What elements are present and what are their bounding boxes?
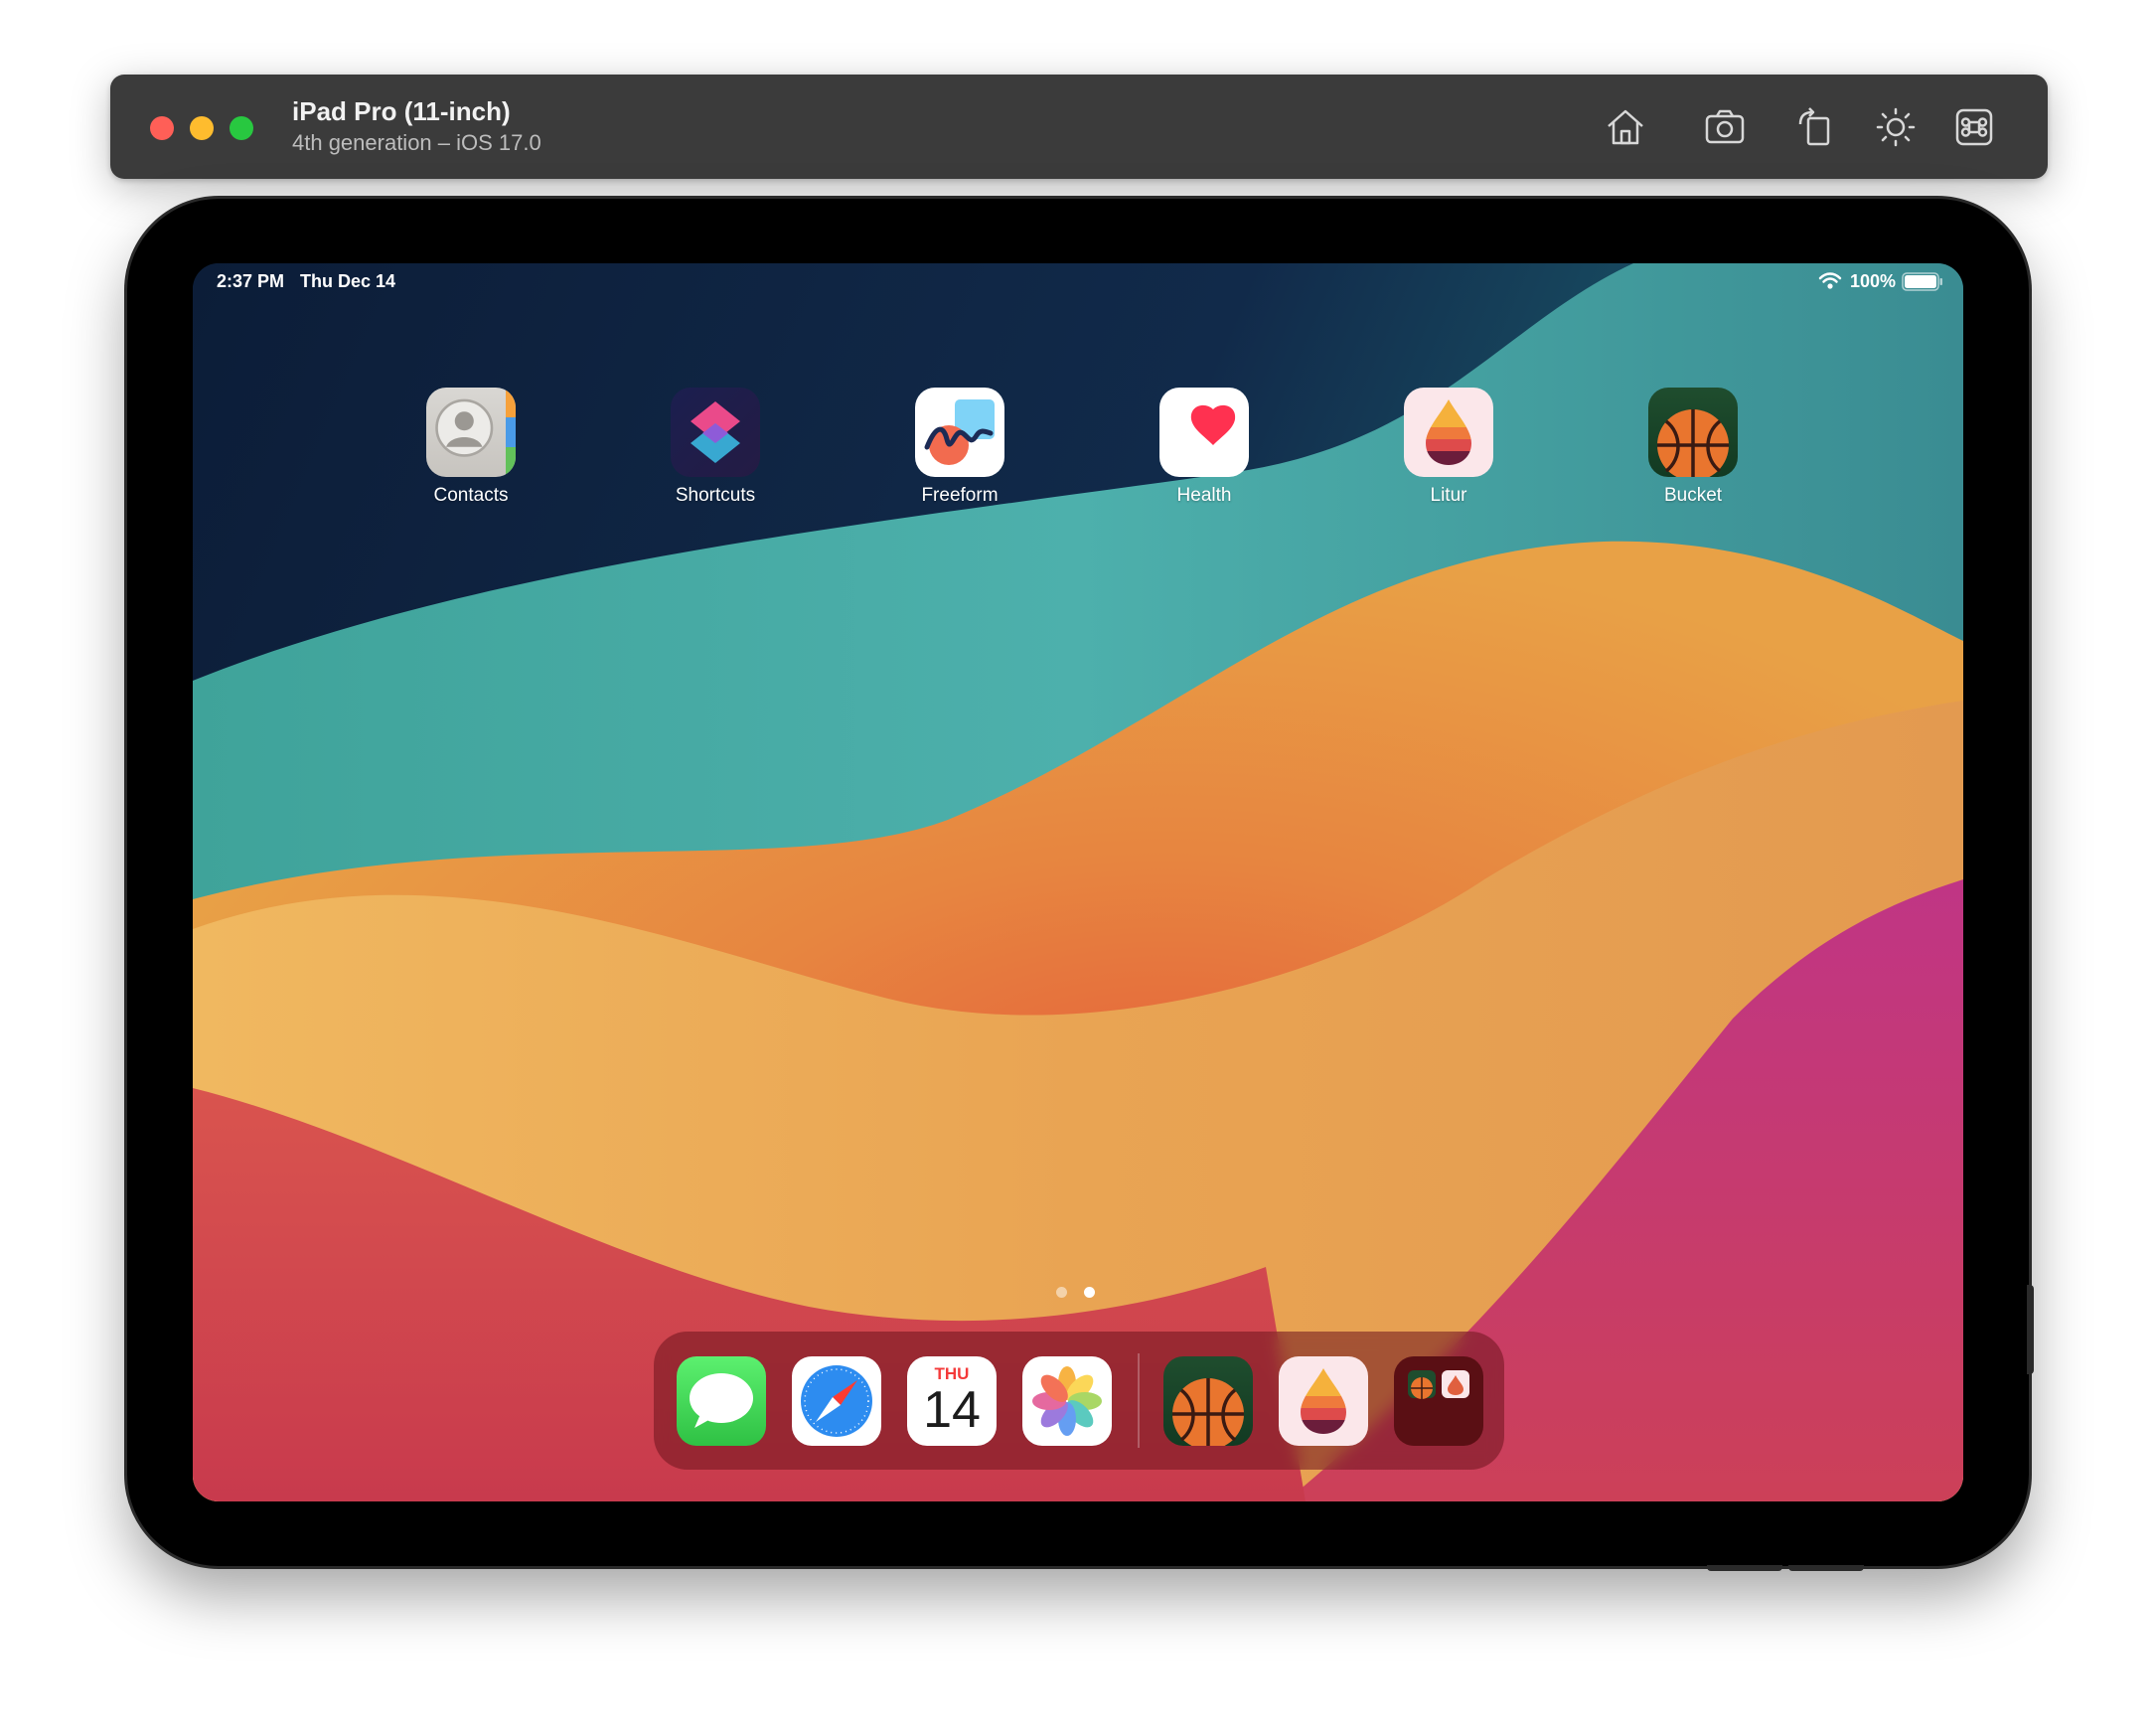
device-subtitle: 4th generation – iOS 17.0 bbox=[292, 130, 541, 155]
dock: THU 14 bbox=[654, 1332, 1504, 1470]
calendar-day: 14 bbox=[923, 1381, 981, 1439]
appearance-icon[interactable] bbox=[1873, 104, 1919, 150]
app-contacts[interactable]: Contacts bbox=[391, 388, 550, 507]
health-icon bbox=[1159, 388, 1249, 477]
app-label: Health bbox=[1176, 485, 1232, 506]
simulator-title-bar: iPad Pro (11-inch) 4th generation – iOS … bbox=[110, 75, 2048, 179]
app-label: Litur bbox=[1430, 485, 1467, 506]
bucket-icon[interactable] bbox=[1163, 1356, 1253, 1446]
app-health[interactable]: Health bbox=[1125, 388, 1284, 507]
app-label: Freeform bbox=[921, 485, 999, 506]
battery-icon bbox=[1902, 272, 1942, 291]
freeform-icon bbox=[915, 388, 1004, 477]
app-label: Shortcuts bbox=[675, 485, 756, 506]
minimize-window-button[interactable] bbox=[190, 116, 214, 140]
calendar-icon[interactable]: THU 14 bbox=[907, 1356, 997, 1446]
bucket-icon bbox=[1648, 388, 1738, 477]
page-dot-current[interactable] bbox=[1084, 1287, 1095, 1298]
dock-separator bbox=[1138, 1353, 1140, 1448]
volume-button[interactable] bbox=[1707, 1565, 1782, 1571]
close-window-button[interactable] bbox=[150, 116, 174, 140]
command-icon[interactable] bbox=[1951, 104, 1997, 150]
photos-icon[interactable] bbox=[1022, 1356, 1112, 1446]
messages-icon[interactable] bbox=[677, 1356, 766, 1446]
app-label: Bucket bbox=[1663, 485, 1723, 506]
ipad-home-screen: 2:37 PM Thu Dec 14 100% Contacts Shortcu… bbox=[193, 263, 1963, 1501]
rotate-icon[interactable] bbox=[1792, 104, 1838, 150]
screenshot-icon[interactable] bbox=[1702, 104, 1748, 150]
app-label: Contacts bbox=[433, 485, 509, 506]
device-title: iPad Pro (11-inch) bbox=[292, 96, 511, 126]
home-icon[interactable] bbox=[1603, 104, 1648, 150]
side-button[interactable] bbox=[2027, 1285, 2034, 1374]
volume-button[interactable] bbox=[1788, 1565, 1864, 1571]
contacts-icon bbox=[426, 388, 516, 477]
litur-icon[interactable] bbox=[1279, 1356, 1368, 1446]
app-library-icon[interactable] bbox=[1394, 1356, 1483, 1446]
app-shortcuts[interactable]: Shortcuts bbox=[636, 388, 795, 507]
app-litur[interactable]: Litur bbox=[1369, 388, 1528, 507]
status-battery-text: 100% bbox=[1849, 271, 1896, 291]
app-freeform[interactable]: Freeform bbox=[880, 388, 1039, 507]
wifi-icon bbox=[1818, 272, 1842, 289]
zoom-window-button[interactable] bbox=[230, 116, 253, 140]
page-dot[interactable] bbox=[1056, 1287, 1067, 1298]
status-time: 2:37 PM bbox=[217, 271, 285, 291]
shortcuts-icon bbox=[671, 388, 760, 477]
litur-icon bbox=[1404, 388, 1493, 477]
page-indicator[interactable] bbox=[1056, 1287, 1096, 1299]
app-bucket[interactable]: Bucket bbox=[1614, 388, 1772, 507]
status-date: Thu Dec 14 bbox=[300, 271, 396, 291]
safari-icon[interactable] bbox=[792, 1356, 881, 1446]
